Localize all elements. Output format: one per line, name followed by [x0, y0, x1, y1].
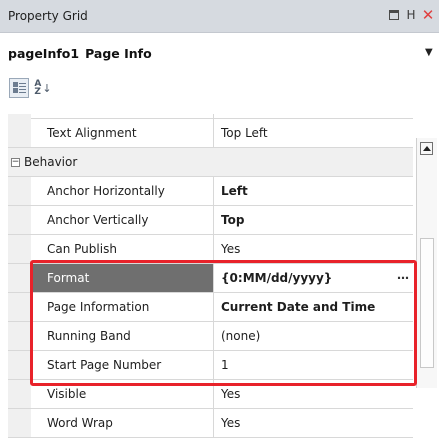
dropdown-arrow-icon[interactable]: ▼	[425, 47, 433, 58]
property-row[interactable]: Page Information Current Date and Time	[8, 293, 413, 322]
property-toolbar: A Z ↓	[0, 70, 439, 114]
property-name: Anchor Vertically	[31, 206, 214, 234]
property-name: Can Publish	[31, 235, 214, 263]
property-value[interactable]: Yes	[215, 235, 413, 263]
restore-icon[interactable]	[387, 8, 401, 22]
object-name-label: pageInfo1 Page Info	[8, 46, 152, 61]
property-value[interactable]: Yes	[215, 409, 413, 437]
category-label: Behavior	[24, 155, 78, 169]
property-value[interactable]: Top	[215, 206, 413, 234]
ellipsis-button[interactable]: ⋯	[397, 264, 409, 292]
close-icon[interactable]: ✕	[421, 7, 435, 22]
window-title-bar: Property Grid 𝖧 ✕	[0, 0, 439, 33]
property-name: Visible	[31, 380, 214, 408]
property-value[interactable]: Yes	[215, 380, 413, 408]
property-row[interactable]: Can Publish Yes	[8, 235, 413, 264]
property-row[interactable]: Visible Yes	[8, 380, 413, 409]
pin-icon[interactable]: 𝖧	[404, 8, 418, 22]
property-row[interactable]: Running Band (none)	[8, 322, 413, 351]
vertical-scrollbar[interactable]	[416, 138, 437, 388]
window-title: Property Grid	[8, 9, 88, 23]
property-value-editor[interactable]: {0:MM/dd/yyyy} ⋯	[215, 264, 413, 292]
property-name: Anchor Horizontally	[31, 177, 214, 205]
property-value[interactable]: (none)	[215, 322, 413, 350]
property-name: Text Alignment	[31, 119, 214, 147]
property-name: Running Band	[31, 322, 214, 350]
property-name: Start Page Number	[31, 351, 214, 379]
property-grid: Text Alignment Top Left − Behavior Ancho…	[8, 114, 413, 438]
object-name: pageInfo1	[8, 46, 80, 61]
category-row-behavior[interactable]: − Behavior	[8, 148, 413, 177]
property-row-selected[interactable]: Format {0:MM/dd/yyyy} ⋯	[8, 264, 413, 293]
collapse-icon[interactable]: −	[11, 157, 20, 167]
sort-az-icon[interactable]: A Z ↓	[33, 78, 53, 98]
categorized-icon[interactable]	[9, 78, 29, 98]
property-row[interactable]: Word Wrap Yes	[8, 409, 413, 438]
property-value[interactable]: Left	[215, 177, 413, 205]
property-row[interactable]: Start Page Number 1	[8, 351, 413, 380]
scrollbar-thumb[interactable]	[420, 238, 434, 368]
property-value[interactable]: 1	[215, 351, 413, 379]
property-row[interactable]: Anchor Vertically Top	[8, 206, 413, 235]
property-value[interactable]: Top Left	[215, 119, 413, 147]
property-row[interactable]: Anchor Horizontally Left	[8, 177, 413, 206]
object-selector[interactable]: pageInfo1 Page Info ▼	[0, 38, 439, 68]
object-type: Page Info	[85, 46, 152, 61]
property-row[interactable]: Text Alignment Top Left	[8, 119, 413, 148]
property-value[interactable]: Current Date and Time	[215, 293, 413, 321]
scroll-up-icon[interactable]	[420, 142, 433, 155]
property-name: Page Information	[31, 293, 214, 321]
property-name: Word Wrap	[31, 409, 214, 437]
format-value[interactable]: {0:MM/dd/yyyy}	[221, 271, 332, 285]
property-name: Format	[31, 264, 214, 292]
